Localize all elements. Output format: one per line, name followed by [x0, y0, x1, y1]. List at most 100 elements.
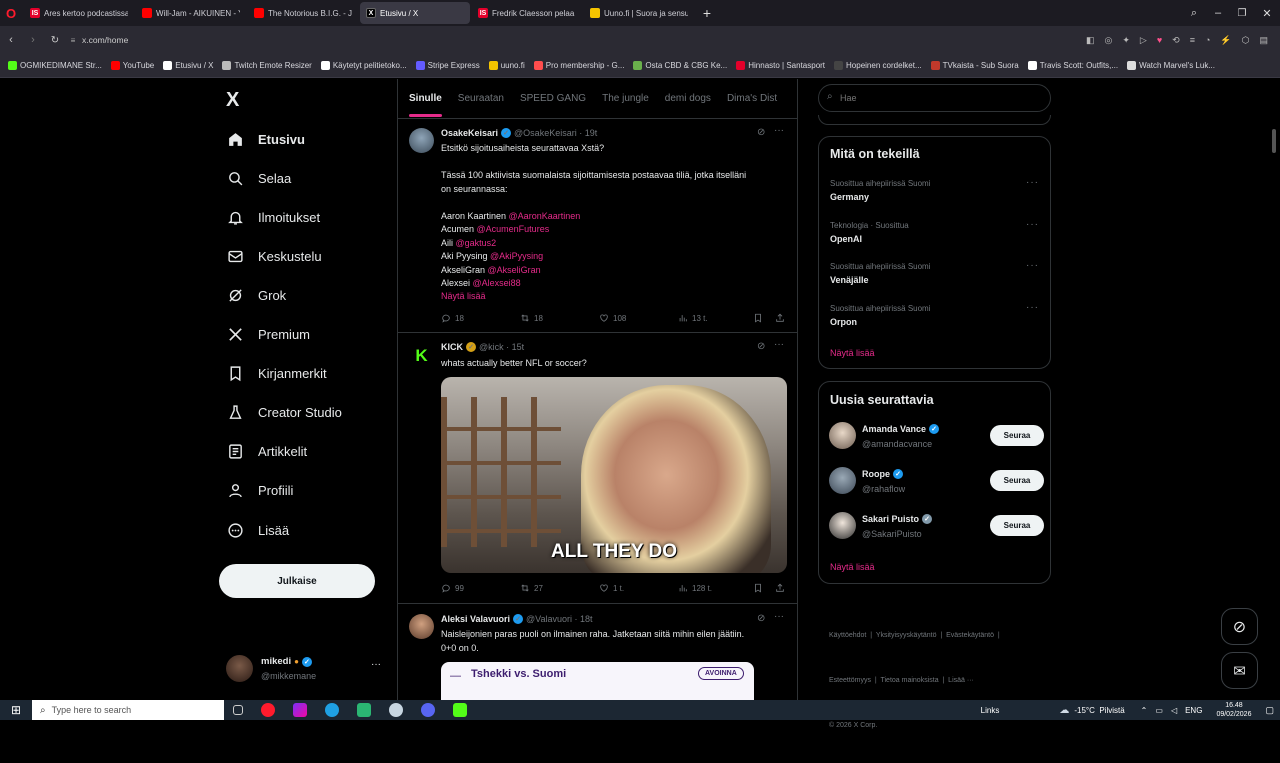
bookmark-icon[interactable]: [753, 313, 763, 323]
follow-button[interactable]: Seuraa: [990, 469, 1044, 491]
sidebar-item-premium[interactable]: Premium: [227, 323, 310, 347]
more-icon[interactable]: ···: [774, 611, 784, 622]
windows-start-icon[interactable]: ⊞: [0, 700, 32, 720]
sidebar-item-etusivu[interactable]: Etusivu: [227, 127, 305, 151]
app-taskbar-icon[interactable]: [293, 703, 307, 717]
clock[interactable]: 16.48 09/02/2026: [1216, 701, 1251, 719]
edge-taskbar-icon[interactable]: [325, 703, 339, 717]
extensions-icons[interactable]: ◧ ◎ ✦ ▷ ♥ ⟲ ≡ ◔ ⚡ ⬡ ▤: [1086, 35, 1268, 46]
avatar[interactable]: [409, 614, 434, 639]
show-more-link[interactable]: Näytä lisää: [441, 291, 486, 301]
timeline-tab[interactable]: Dima's Dist: [727, 93, 777, 104]
grok-icon[interactable]: ⊘: [757, 613, 765, 624]
bookmark-item[interactable]: Hinnasto | Santasport: [736, 61, 825, 70]
new-tab-button[interactable]: +: [698, 4, 716, 22]
avatar[interactable]: [829, 422, 856, 449]
like-button[interactable]: 108: [599, 313, 678, 323]
network-icon[interactable]: ▭: [1155, 706, 1163, 715]
who-show-more[interactable]: Näytä lisää: [830, 562, 875, 572]
grok-icon[interactable]: ⊘: [757, 127, 765, 138]
browser-tab[interactable]: The Notorious B.I.G. - Juic: [248, 2, 358, 24]
mention-link[interactable]: @AkseliGran: [488, 265, 541, 275]
reply-button[interactable]: 18: [441, 313, 520, 323]
minimize-button[interactable]: –: [1206, 7, 1230, 19]
bookmark-item[interactable]: OGMIKEDIMANE Str...: [8, 61, 102, 70]
suggestion-name[interactable]: Amanda Vance: [862, 424, 926, 434]
timeline-tab[interactable]: Sinulle: [409, 93, 442, 117]
grok-float-button[interactable]: ⊘: [1221, 608, 1258, 645]
search-field[interactable]: ⌕: [818, 84, 1051, 112]
tweet-handle[interactable]: @OsakeKeisari · 19t: [514, 128, 597, 138]
sidebar-item-ilmoitukset[interactable]: Ilmoitukset: [227, 205, 320, 229]
sidebar-item-lisää[interactable]: Lisää: [227, 518, 289, 542]
sidebar-item-artikkelit[interactable]: Artikkelit: [227, 440, 307, 464]
follow-suggestion[interactable]: Amanda Vance ✓ @amandacvance Seuraa: [829, 422, 1044, 452]
camera-icon[interactable]: ◧: [1086, 35, 1095, 46]
timeline-tab[interactable]: The jungle: [602, 93, 649, 104]
volume-icon[interactable]: ◁: [1171, 706, 1177, 715]
browser-tab[interactable]: IS Fredrik Claesson pelaa Ve: [472, 2, 582, 24]
follow-suggestion[interactable]: Roope ✓ @rahaflow Seuraa: [829, 466, 1044, 497]
mention-link[interactable]: @Alexsei88: [473, 278, 521, 288]
bookmark-item[interactable]: TVkaista - Sub Suora: [930, 61, 1019, 70]
steam-taskbar-icon[interactable]: [389, 703, 403, 717]
bookmark-item[interactable]: Stripe Express: [415, 61, 480, 70]
kick-taskbar-icon[interactable]: [453, 703, 467, 717]
bookmark-item[interactable]: Hopeinen cordelket...: [834, 61, 922, 70]
timeline-tab[interactable]: demi dogs: [665, 93, 711, 104]
post-button[interactable]: Julkaise: [219, 564, 375, 598]
heart-icon[interactable]: ♥: [1157, 35, 1162, 46]
reply-button[interactable]: 99: [441, 583, 520, 593]
tweet-author[interactable]: Aleksi Valavuori: [441, 614, 510, 624]
avatar[interactable]: [829, 511, 856, 539]
sidebar-item-keskustelu[interactable]: Keskustelu: [227, 244, 322, 268]
tweet[interactable]: Aleksi Valavuori ✓ @Valavuori · 18t ⊘ ··…: [398, 604, 797, 700]
search-input[interactable]: [840, 90, 1040, 106]
back-icon[interactable]: ‹: [0, 34, 22, 46]
taskbar-search[interactable]: ⌕ Type here to search: [32, 700, 224, 720]
sidebar-item-kirjanmerkit[interactable]: Kirjanmerkit: [227, 362, 327, 386]
play-icon[interactable]: ▷: [1140, 35, 1147, 46]
more-icon[interactable]: ···: [371, 659, 381, 670]
trend-item[interactable]: Suosittua aihepiirissä Suomi Venäjälle: [830, 262, 931, 285]
ai-icon[interactable]: ⚡: [1220, 35, 1231, 46]
mention-link[interactable]: @AkiPyysing: [490, 251, 543, 261]
more-icon[interactable]: ···: [1026, 260, 1039, 271]
repost-button[interactable]: 18: [520, 313, 599, 323]
bookmark-item[interactable]: Etusivu / X: [163, 61, 213, 70]
tweet-handle[interactable]: @Valavuori · 18t: [526, 614, 593, 624]
tray-arrow-icon[interactable]: ⌃: [1141, 706, 1148, 715]
browser-tab[interactable]: X Etusivu / X: [360, 2, 470, 24]
history-icon[interactable]: ⟲: [1172, 35, 1180, 46]
more-icon[interactable]: ···: [774, 339, 784, 350]
language-indicator[interactable]: ENG: [1185, 706, 1202, 715]
tweet[interactable]: K KICK ✓ @kick · 15t ⊘ ··· whats actuall…: [398, 333, 797, 604]
bookmark-item[interactable]: Travis Scott: Outfits,...: [1027, 61, 1118, 70]
opera-logo-icon[interactable]: O: [0, 2, 22, 24]
trend-item[interactable]: Suosittua aihepiirissä Suomi Germany: [830, 179, 931, 202]
notifications-icon[interactable]: ▢: [1265, 705, 1274, 716]
forward-icon[interactable]: ›: [22, 34, 44, 46]
reload-icon[interactable]: ↻: [44, 35, 66, 46]
bookmark-item[interactable]: Twitch Emote Resizer: [222, 61, 312, 70]
more-icon[interactable]: ···: [774, 125, 784, 136]
more-icon[interactable]: ···: [1026, 177, 1039, 188]
tweet-author[interactable]: KICK: [441, 342, 463, 352]
sidebar-toggle-icon[interactable]: ▤: [1259, 35, 1268, 46]
tweet-media[interactable]: ALL THEY DO: [441, 377, 787, 573]
footer-line-1[interactable]: Käyttöehdot | Yksityisyyskäytäntö | Eväs…: [829, 628, 1000, 643]
extension-icon[interactable]: ✦: [1122, 35, 1130, 46]
discord-taskbar-icon[interactable]: [421, 703, 435, 717]
share-icon[interactable]: [775, 313, 785, 323]
page-scrollbar[interactable]: [1272, 129, 1276, 153]
tweet-author[interactable]: OsakeKeisari: [441, 128, 498, 138]
follow-button[interactable]: Seuraa: [990, 514, 1044, 536]
search-tabs-icon[interactable]: ⌕: [1182, 7, 1206, 20]
links-toolbar[interactable]: Links: [981, 706, 1000, 715]
browser-tab[interactable]: Will-Jam - AIKUINEN - Yo: [136, 2, 246, 24]
bookmark-item[interactable]: YouTube: [110, 61, 154, 70]
sidebar-item-profiili[interactable]: Profiili: [227, 479, 293, 503]
avatar[interactable]: [829, 466, 856, 494]
address-bar[interactable]: x.com/home: [82, 35, 128, 45]
grok-icon[interactable]: ⊘: [757, 341, 765, 352]
